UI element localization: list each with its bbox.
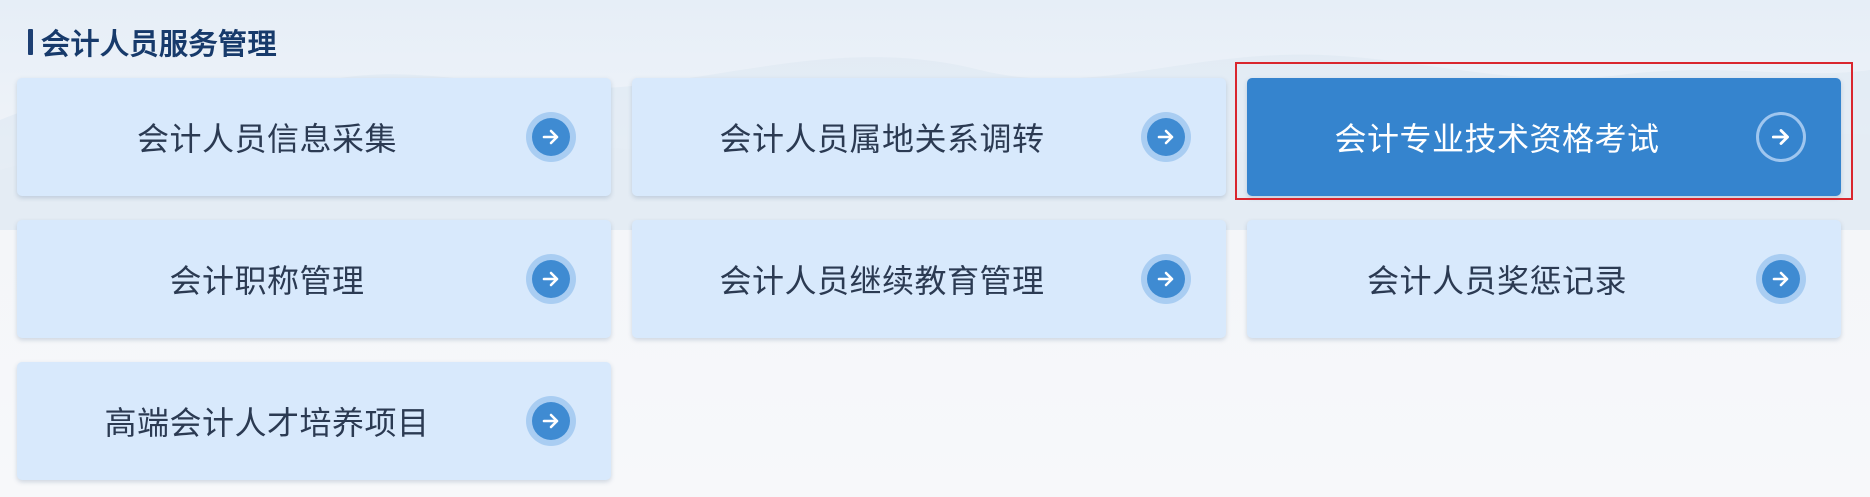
card-label: 高端会计人才培养项目	[104, 404, 430, 442]
arrow-right-circle-icon[interactable]	[526, 254, 576, 304]
card-label: 会计人员奖惩记录	[1366, 262, 1627, 300]
card-label: 会计人员信息采集	[136, 120, 397, 158]
card-senior-accountant-training[interactable]: 高端会计人才培养项目	[17, 362, 611, 480]
card-label: 会计人员属地关系调转	[719, 120, 1045, 158]
card-label: 会计人员继续教育管理	[719, 262, 1045, 300]
arrow-right-circle-icon[interactable]	[1141, 112, 1191, 162]
arrow-right-circle-icon[interactable]	[526, 112, 576, 162]
card-accountant-info-collection[interactable]: 会计人员信息采集	[17, 78, 611, 196]
arrow-right-circle-icon[interactable]	[1141, 254, 1191, 304]
section-header: 会计人员服务管理	[28, 22, 277, 62]
card-accounting-qualification-exam[interactable]: 会计专业技术资格考试	[1247, 78, 1841, 196]
card-professional-title-management[interactable]: 会计职称管理	[17, 220, 611, 338]
card-rewards-penalties-record[interactable]: 会计人员奖惩记录	[1247, 220, 1841, 338]
card-accountant-territory-transfer[interactable]: 会计人员属地关系调转	[632, 78, 1226, 196]
section-title-bar	[28, 29, 33, 55]
card-label: 会计职称管理	[169, 262, 365, 300]
section-title: 会计人员服务管理	[41, 27, 278, 61]
arrow-right-circle-icon[interactable]	[526, 396, 576, 446]
arrow-right-circle-icon[interactable]	[1756, 112, 1806, 162]
card-label: 会计专业技术资格考试	[1334, 120, 1660, 158]
arrow-right-circle-icon[interactable]	[1756, 254, 1806, 304]
card-continuing-education-management[interactable]: 会计人员继续教育管理	[632, 220, 1226, 338]
